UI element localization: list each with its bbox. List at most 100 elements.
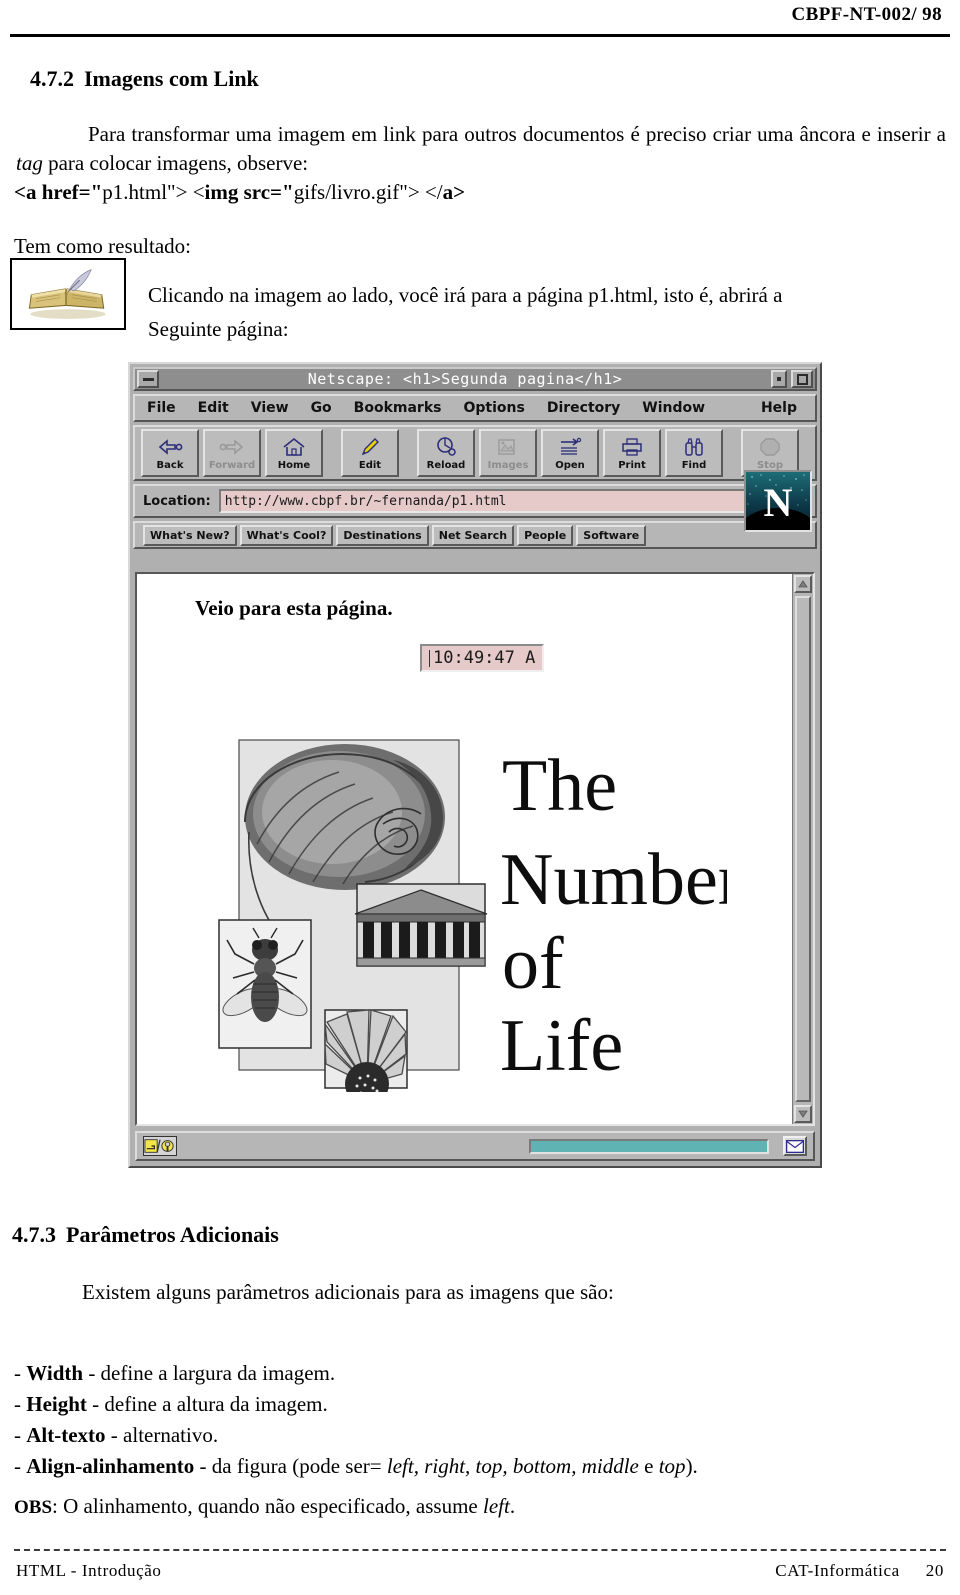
parameter-list: - Width - define a largura da imagem. - …: [14, 1358, 698, 1482]
dir-button-people[interactable]: People: [517, 524, 574, 546]
browser-statusbar: [135, 1131, 815, 1161]
scroll-up-button[interactable]: [794, 575, 812, 593]
broken-key-icon[interactable]: [143, 1136, 177, 1156]
toolbar-button-print[interactable]: Print: [603, 429, 661, 477]
code-part-2: p1.html"> <: [102, 180, 205, 204]
menu-item-help[interactable]: Help: [761, 400, 797, 416]
param-item-width: - Width - define a largura da imagem.: [14, 1358, 698, 1389]
location-bar: Location: http://www.cbpf.br/~fernanda/p…: [133, 484, 817, 518]
minimize-button[interactable]: [137, 370, 159, 388]
toolbar-button-find[interactable]: Find: [665, 429, 723, 477]
menu-item-bookmarks[interactable]: Bookmarks: [354, 400, 442, 416]
param-item-height: - Height - define a altura da imagem.: [14, 1389, 698, 1420]
toolbar-button-images[interactable]: Images: [479, 429, 537, 477]
shade-button[interactable]: [771, 370, 787, 388]
svg-text:of: of: [502, 923, 564, 1005]
dir-button-destinations[interactable]: Destinations: [336, 524, 429, 546]
scrollbar-thumb[interactable]: [795, 596, 811, 1102]
numbers-of-life-artwork: The Numbers of Life: [197, 692, 771, 1106]
page-heading: Veio para esta página.: [195, 596, 393, 620]
param-item-alt: - Alt-texto - alternativo.: [14, 1420, 698, 1451]
toolbar-button-back[interactable]: Back: [141, 429, 199, 477]
obs-label: OBS: [14, 1497, 53, 1518]
scroll-down-button[interactable]: [794, 1105, 812, 1123]
dir-button-whats-cool[interactable]: What's Cool?: [239, 524, 334, 546]
svg-text:Numbers: Numbers: [500, 839, 727, 921]
svg-text:N: N: [764, 480, 793, 525]
obs-text: : O alinhamento, quando não especificado…: [52, 1494, 483, 1518]
param-name-width: Width: [26, 1361, 84, 1385]
netscape-logo[interactable]: N: [744, 470, 812, 532]
text-caret: [429, 649, 430, 667]
fly-illustration: [218, 919, 312, 1049]
click-line-1: Clicando na imagem ao lado, você irá par…: [148, 283, 783, 307]
observation-note: OBS: O alinhamento, quando não especific…: [14, 1492, 515, 1522]
menubar: File Edit View Go Bookmarks Options Dire…: [133, 394, 817, 422]
back-arrow-icon: [157, 435, 183, 459]
open-book-icon: [12, 260, 124, 328]
parthenon-illustration: [354, 883, 488, 967]
paragraph-intro-473: Existem alguns parâmetros adicionais par…: [82, 1280, 614, 1304]
pencil-icon: [359, 435, 381, 459]
toolbar-button-edit[interactable]: Edit: [341, 429, 399, 477]
code-example-line: <a href="p1.html"> <img src="gifs/livro.…: [14, 178, 465, 207]
maximize-button[interactable]: [791, 370, 813, 388]
menu-item-window[interactable]: Window: [642, 400, 705, 416]
netscape-browser-window: Netscape: <h1>Segunda pagina</h1> File E…: [128, 362, 822, 1168]
stop-octagon-icon: [759, 435, 781, 459]
code-part-5: a>: [442, 180, 466, 204]
binoculars-icon: [683, 435, 705, 459]
section-473-title: Parâmetros Adicionais: [66, 1222, 279, 1247]
toolbar-button-forward[interactable]: Forward: [203, 429, 261, 477]
toolbar-button-reload[interactable]: Reload: [417, 429, 475, 477]
toolbar-button-home[interactable]: Home: [265, 429, 323, 477]
toolbar-label-back: Back: [156, 460, 184, 471]
param-desc-height: - define a altura da imagem.: [86, 1392, 328, 1416]
page-number: 20: [925, 1561, 944, 1580]
menu-item-edit[interactable]: Edit: [198, 400, 229, 416]
paragraph-intro-472: Para transformar uma imagem em link para…: [16, 122, 946, 175]
param-name-height: Height: [26, 1392, 87, 1416]
click-line-2: Seguinte página:: [148, 317, 289, 341]
envelope-icon[interactable]: [783, 1136, 807, 1156]
clock-text-field[interactable]: 10:49:47 A: [420, 644, 544, 672]
book-image-thumbnail[interactable]: [10, 258, 126, 330]
toolbar-button-open[interactable]: Open: [541, 429, 599, 477]
chevron-down-icon: [798, 1110, 808, 1118]
location-input[interactable]: http://www.cbpf.br/~fernanda/p1.html: [218, 489, 807, 513]
align-last-value: top: [658, 1454, 686, 1478]
dir-button-net-search[interactable]: Net Search: [431, 524, 515, 546]
window-titlebar: Netscape: <h1>Segunda pagina</h1>: [133, 367, 817, 391]
shade-icon: [777, 377, 781, 381]
vertical-scrollbar[interactable]: [792, 574, 813, 1124]
browser-content-area: Veio para esta página. 10:49:47 A The Nu…: [135, 572, 815, 1126]
menu-item-file[interactable]: File: [147, 400, 176, 416]
numbers-of-life-image: The Numbers of Life: [197, 692, 771, 1106]
svg-text:Life: Life: [500, 1005, 623, 1087]
directory-buttons-bar: What's New? What's Cool? Destinations Ne…: [133, 521, 817, 549]
dir-button-whats-new[interactable]: What's New?: [143, 524, 237, 546]
forward-arrow-icon: [219, 435, 245, 459]
footer-left-text: HTML - Introdução: [16, 1561, 162, 1580]
reload-icon: [435, 435, 457, 459]
menu-item-go[interactable]: Go: [311, 400, 332, 416]
sunflower-illustration: [324, 1009, 408, 1106]
dir-button-software[interactable]: Software: [576, 524, 647, 546]
menu-item-options[interactable]: Options: [463, 400, 524, 416]
navigation-toolbar: Back Forward Home Edit Reload Images Ope…: [133, 425, 817, 481]
menu-item-view[interactable]: View: [251, 400, 289, 416]
open-icon: [558, 435, 582, 459]
param-desc-alt: - alternativo.: [105, 1423, 219, 1447]
document-header-ref: CBPF-NT-002/ 98: [791, 4, 942, 25]
chevron-up-icon: [798, 580, 808, 588]
menu-item-directory[interactable]: Directory: [547, 400, 620, 416]
toolbar-label-find: Find: [681, 460, 707, 471]
obs-italic-value: left: [482, 1494, 510, 1518]
toolbar-label-reload: Reload: [426, 460, 466, 471]
toolbar-label-forward: Forward: [208, 460, 256, 471]
code-part-3: img src=": [204, 180, 294, 204]
maximize-icon: [796, 373, 808, 385]
toolbar-label-print: Print: [618, 460, 646, 471]
toolbar-label-edit: Edit: [358, 460, 382, 471]
section-473-number: 4.7.3: [12, 1222, 56, 1247]
